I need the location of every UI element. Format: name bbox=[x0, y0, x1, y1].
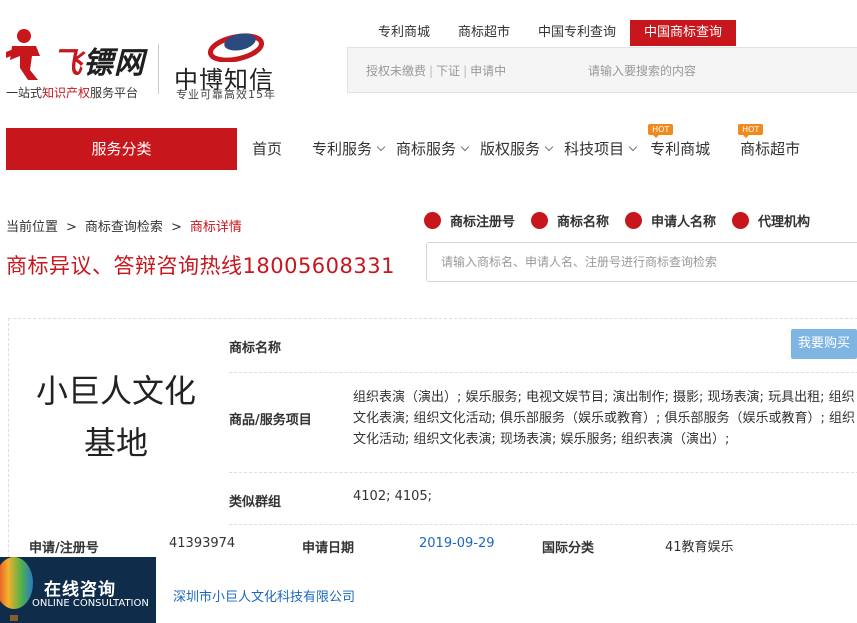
main-nav: 首页 专利服务 商标服务 版权服务 科技项目 HOT 专利商城 HOT 商标超市 bbox=[246, 124, 806, 170]
logo-divider bbox=[158, 44, 159, 94]
reg-number-value: 41393974 bbox=[169, 536, 236, 551]
zhongbo-logo[interactable]: 中博知信 专业可靠高效15年 bbox=[172, 28, 302, 101]
nav-home[interactable]: 首页 bbox=[246, 128, 288, 170]
applicant-name-value[interactable]: 深圳市小巨人文化科技有限公司 bbox=[173, 586, 355, 605]
runner-logo-icon bbox=[6, 29, 40, 80]
hotline-text: 商标异议、答辩咨询热线18005608331 bbox=[6, 254, 395, 278]
filter-reg-number[interactable]: 商标注册号 bbox=[424, 211, 515, 230]
nav-trademark-service[interactable]: 商标服务 bbox=[390, 128, 474, 170]
toplink-china-trademark-query[interactable]: 中国商标查询 bbox=[630, 20, 737, 46]
reg-number-label: 申请/注册号 bbox=[29, 541, 99, 556]
hot-air-balloon-icon bbox=[0, 557, 33, 621]
similar-group-label: 类似群组 bbox=[229, 495, 282, 510]
row-similar-group: 类似群组 4102; 4105; bbox=[229, 473, 857, 525]
row-goods-services: 商品/服务项目 组织表演（演出）; 娱乐服务; 电视文娱节目; 演出制作; 摄影… bbox=[229, 373, 857, 473]
radio-dot-icon bbox=[732, 212, 750, 229]
service-category-button[interactable]: 服务分类 bbox=[6, 128, 237, 170]
filter-trademark-name[interactable]: 商标名称 bbox=[531, 211, 609, 230]
chevron-down-icon bbox=[544, 142, 554, 152]
trademark-search-box bbox=[426, 242, 857, 282]
row-trademark-name: 商标名称 bbox=[229, 319, 857, 373]
chevron-down-icon bbox=[460, 142, 470, 152]
hint-unpaid[interactable]: 授权未缴费 bbox=[366, 64, 426, 78]
search-type-filters: 商标注册号 商标名称 申请人名称 代理机构 bbox=[424, 211, 826, 230]
trademark-name-label: 商标名称 bbox=[229, 341, 282, 356]
nav-copyright-service[interactable]: 版权服务 bbox=[474, 128, 558, 170]
hot-badge: HOT bbox=[738, 124, 764, 138]
brand-name: 飞镖网 bbox=[52, 46, 145, 81]
goods-value: 组织表演（演出）; 娱乐服务; 电视文娱节目; 演出制作; 摄影; 现场表演; … bbox=[353, 390, 856, 447]
radio-dot-icon bbox=[531, 212, 549, 229]
zhongbo-emblem-icon bbox=[208, 33, 264, 62]
consult-subtitle: ONLINE CONSULTATION bbox=[32, 598, 149, 609]
search-hint-links: 授权未缴费 | 下证 | 申请中 bbox=[366, 64, 507, 78]
intl-class-label: 国际分类 bbox=[542, 541, 595, 556]
filter-agency[interactable]: 代理机构 bbox=[732, 211, 810, 230]
online-consultation-widget[interactable]: 在线咨询 ONLINE CONSULTATION bbox=[0, 557, 156, 623]
nav-patent-service[interactable]: 专利服务 bbox=[306, 128, 390, 170]
brand-slogan: 一站式知识产权服务平台 bbox=[6, 86, 139, 100]
apply-date-value: 2019-09-29 bbox=[419, 536, 495, 551]
nav-patent-mall[interactable]: HOT 专利商城 bbox=[644, 124, 716, 170]
toplink-trademark-market[interactable]: 商标超市 bbox=[444, 20, 524, 46]
toplink-china-patent-query[interactable]: 中国专利查询 bbox=[524, 20, 630, 46]
top-search-input[interactable]: 请输入要搜索的内容 bbox=[588, 62, 696, 79]
buy-button[interactable]: 我要购买 bbox=[791, 329, 857, 359]
breadcrumb: 当前位置 > 商标查询检索 > 商标详情 bbox=[6, 220, 242, 235]
radio-dot-icon bbox=[424, 212, 441, 229]
filter-applicant-name[interactable]: 申请人名称 bbox=[625, 211, 716, 230]
intl-class-value: 41教育娱乐 bbox=[665, 540, 734, 555]
nav-tech-projects[interactable]: 科技项目 bbox=[558, 128, 642, 170]
trademark-search-input[interactable] bbox=[427, 243, 857, 281]
nav-trademark-market[interactable]: HOT 商标超市 bbox=[734, 124, 806, 170]
consult-title: 在线咨询 bbox=[44, 580, 116, 600]
radio-dot-icon bbox=[625, 212, 643, 229]
chevron-down-icon bbox=[628, 142, 638, 152]
hot-badge: HOT bbox=[648, 124, 674, 138]
breadcrumb-trademark-detail: 商标详情 bbox=[189, 220, 242, 235]
goods-label: 商品/服务项目 bbox=[229, 413, 312, 428]
breadcrumb-current-position: 当前位置 bbox=[6, 220, 59, 235]
hint-applying[interactable]: 申请中 bbox=[470, 64, 506, 78]
feibiao-logo[interactable]: 飞镖网 一站式知识产权服务平台 bbox=[6, 26, 156, 100]
similar-group-value: 4102; 4105; bbox=[353, 489, 433, 504]
chevron-down-icon bbox=[376, 142, 386, 152]
trademark-image: 小巨人文化 基地 bbox=[35, 372, 196, 462]
toplink-patent-mall[interactable]: 专利商城 bbox=[364, 20, 444, 46]
zhongbo-slogan: 专业可靠高效15年 bbox=[176, 88, 276, 101]
top-links: 专利商城 商标超市 中国专利查询 中国商标查询 bbox=[364, 20, 737, 46]
top-search-box[interactable]: 授权未缴费 | 下证 | 申请中 请输入要搜索的内容 bbox=[347, 47, 857, 93]
hint-certificate[interactable]: 下证 bbox=[436, 64, 460, 78]
breadcrumb-trademark-search[interactable]: 商标查询检索 bbox=[85, 220, 163, 235]
apply-date-label: 申请日期 bbox=[302, 541, 355, 556]
